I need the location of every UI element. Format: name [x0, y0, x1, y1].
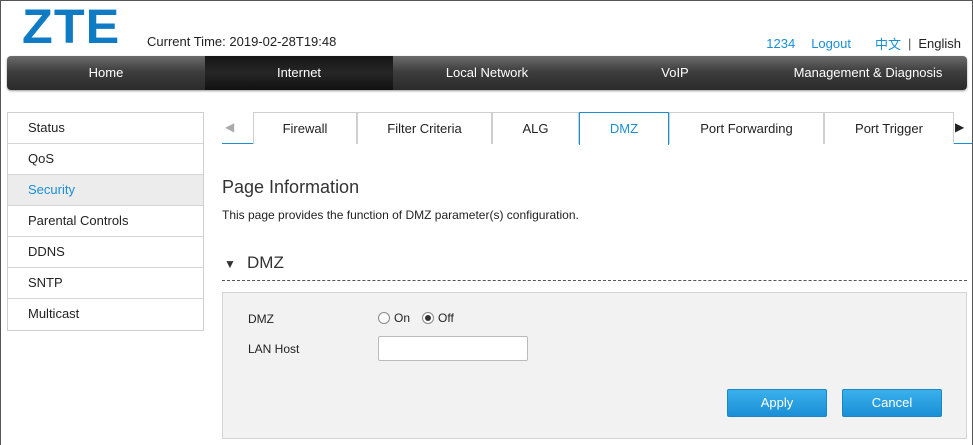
dmz-on-radio[interactable]: [378, 312, 390, 324]
lan-host-input[interactable]: [378, 336, 528, 361]
main-nav: Home Internet Local Network VoIP Managem…: [7, 56, 967, 90]
sidebar-item-security[interactable]: Security: [8, 175, 203, 206]
triangle-left-icon[interactable]: ◀: [225, 120, 234, 134]
nav-management-diagnosis[interactable]: Management & Diagnosis: [769, 56, 967, 90]
dmz-form-panel: DMZ On Off LAN Host Apply Cancel: [222, 292, 967, 439]
lang-separator: |: [907, 36, 912, 51]
current-time-label: Current Time:: [147, 34, 226, 49]
dmz-label: DMZ: [248, 312, 274, 326]
page-title: Page Information: [222, 177, 360, 197]
tab-alg[interactable]: ALG: [492, 112, 579, 144]
sidebar-item-qos[interactable]: QoS: [8, 144, 203, 175]
dmz-section-header[interactable]: ▼ DMZ: [222, 253, 967, 281]
sidebar-item-sntp[interactable]: SNTP: [8, 268, 203, 299]
lan-host-label: LAN Host: [248, 342, 300, 356]
tab-port-trigger[interactable]: Port Trigger: [824, 112, 954, 144]
tab-firewall[interactable]: Firewall: [253, 112, 357, 144]
tab-bar: ◀ Firewall Filter Criteria ALG DMZ Port …: [222, 112, 972, 145]
tab-dmz[interactable]: DMZ: [579, 112, 669, 145]
zte-logo: ZTE: [22, 1, 121, 54]
top-links: 1234 Logout 中文 | English: [766, 34, 961, 53]
nav-internet[interactable]: Internet: [205, 56, 393, 90]
dmz-on-label[interactable]: On: [394, 311, 410, 325]
sidebar-item-status[interactable]: Status: [8, 113, 203, 144]
apply-button[interactable]: Apply: [727, 389, 827, 417]
tab-port-forwarding[interactable]: Port Forwarding: [669, 112, 824, 144]
dmz-off-radio[interactable]: [422, 312, 435, 324]
sidebar-item-ddns[interactable]: DDNS: [8, 237, 203, 268]
user-link[interactable]: 1234: [766, 36, 795, 51]
nav-home[interactable]: Home: [7, 56, 205, 90]
triangle-right-icon[interactable]: ▶: [955, 120, 964, 134]
logout-link[interactable]: Logout: [811, 36, 851, 51]
sidebar-item-multicast[interactable]: Multicast: [8, 299, 203, 330]
lang-en-link[interactable]: English: [918, 36, 961, 51]
dmz-radio-group: On Off: [378, 311, 462, 325]
current-time-value: 2019-02-28T19:48: [229, 34, 337, 49]
nav-local-network[interactable]: Local Network: [393, 56, 581, 90]
tab-filter-criteria[interactable]: Filter Criteria: [357, 112, 492, 144]
cancel-button[interactable]: Cancel: [842, 389, 942, 417]
dmz-off-label[interactable]: Off: [438, 311, 454, 325]
lang-zh-link[interactable]: 中文: [875, 34, 901, 53]
current-time: Current Time: 2019-02-28T19:48: [147, 34, 336, 49]
page-description: This page provides the function of DMZ p…: [222, 208, 579, 222]
nav-voip[interactable]: VoIP: [581, 56, 769, 90]
triangle-down-icon: ▼: [224, 257, 236, 271]
sidebar: Status QoS Security Parental Controls DD…: [7, 112, 204, 331]
sidebar-item-parental-controls[interactable]: Parental Controls: [8, 206, 203, 237]
section-title: DMZ: [247, 253, 284, 272]
